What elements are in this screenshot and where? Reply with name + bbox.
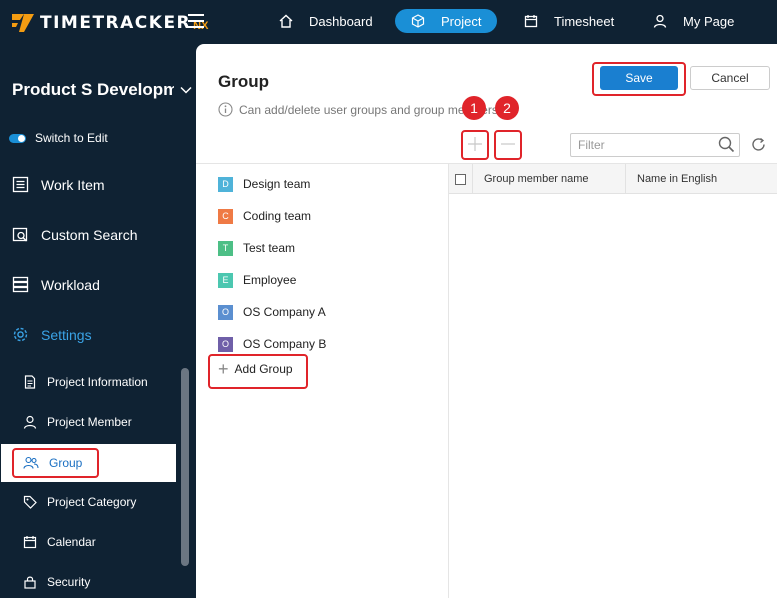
project-name: Product S Developm bbox=[12, 80, 174, 99]
edit-toggle[interactable] bbox=[9, 133, 26, 143]
filter-input[interactable] bbox=[570, 133, 740, 157]
select-all-checkbox[interactable] bbox=[449, 164, 473, 194]
sidebar-item-label: Workload bbox=[41, 276, 100, 293]
sidebar-item-project-member[interactable]: Project Member bbox=[23, 415, 132, 429]
home-icon bbox=[279, 14, 293, 28]
nav-project-label: Project bbox=[441, 13, 482, 29]
step-1-badge: 1 bbox=[462, 96, 486, 120]
group-name: OS Company A bbox=[243, 305, 326, 319]
info-icon bbox=[218, 102, 233, 117]
sidebar-item-label: Project Member bbox=[47, 415, 132, 429]
group-highlight bbox=[12, 448, 99, 478]
group-item-design-team[interactable]: D Design team bbox=[218, 168, 326, 200]
sidebar-item-workload[interactable]: Workload bbox=[12, 276, 100, 293]
calendar-icon bbox=[524, 15, 538, 28]
sidebar-item-settings[interactable]: Settings bbox=[12, 326, 92, 343]
gear-icon bbox=[13, 327, 28, 342]
cancel-button[interactable]: Cancel bbox=[690, 66, 770, 90]
hamburger-menu-icon[interactable] bbox=[188, 14, 204, 28]
user-icon bbox=[23, 415, 37, 429]
nav-timesheet[interactable]: Timesheet bbox=[524, 9, 614, 33]
add-group-highlight bbox=[208, 354, 308, 389]
search-list-icon bbox=[12, 227, 28, 242]
switch-to-edit[interactable]: Switch to Edit bbox=[9, 131, 108, 145]
nav-dashboard[interactable]: Dashboard bbox=[279, 9, 373, 33]
group-item-employee[interactable]: E Employee bbox=[218, 264, 326, 296]
sidebar: Product S Developm Switch to Edit Work I… bbox=[0, 44, 196, 598]
lock-icon bbox=[24, 576, 36, 589]
group-badge: E bbox=[218, 272, 233, 288]
sidebar-item-project-category[interactable]: Project Category bbox=[23, 495, 136, 509]
page-subtitle: Can add/delete user groups and group mem… bbox=[218, 102, 501, 117]
group-badge: O bbox=[218, 336, 233, 352]
sidebar-item-project-information[interactable]: Project Information bbox=[23, 375, 148, 389]
sidebar-item-calendar[interactable]: Calendar bbox=[23, 535, 96, 549]
group-badge: O bbox=[218, 304, 233, 320]
user-icon bbox=[653, 14, 667, 28]
top-bar: TIMETRACKER NX Dashboard Project Timeshe… bbox=[0, 0, 777, 44]
cube-icon bbox=[411, 14, 425, 28]
sidebar-item-work-item[interactable]: Work Item bbox=[12, 176, 105, 193]
group-name: Test team bbox=[243, 241, 296, 255]
group-item-test-team[interactable]: T Test team bbox=[218, 232, 326, 264]
group-name: OS Company B bbox=[243, 337, 327, 351]
nav-timesheet-label: Timesheet bbox=[554, 13, 615, 29]
main-panel: Group Can add/delete user groups and gro… bbox=[196, 44, 777, 598]
nav-dashboard-label: Dashboard bbox=[309, 13, 373, 29]
sidebar-item-security[interactable]: Security bbox=[23, 575, 90, 589]
group-name: Design team bbox=[243, 177, 311, 191]
tag-icon bbox=[23, 495, 37, 509]
sidebar-item-label: Security bbox=[47, 575, 91, 589]
group-name: Coding team bbox=[243, 209, 312, 223]
document-icon bbox=[24, 375, 36, 389]
save-highlight bbox=[592, 62, 686, 96]
add-member-highlight bbox=[461, 130, 489, 160]
page-title: Group bbox=[218, 72, 269, 91]
group-list: D Design team C Coding team T Test team … bbox=[218, 168, 326, 360]
sidebar-item-custom-search[interactable]: Custom Search bbox=[12, 226, 137, 243]
group-item-os-company-a[interactable]: O OS Company A bbox=[218, 296, 326, 328]
sidebar-item-label: Work Item bbox=[41, 176, 105, 193]
member-table-header: Group member name Name in English bbox=[449, 164, 777, 194]
logo-text: TIMETRACKER bbox=[40, 13, 192, 33]
switch-label: Switch to Edit bbox=[35, 131, 108, 145]
list-icon bbox=[12, 176, 29, 193]
sidebar-scrollbar[interactable] bbox=[181, 368, 189, 566]
column-separator bbox=[625, 164, 626, 194]
group-badge: C bbox=[218, 208, 233, 224]
sidebar-item-label: Settings bbox=[41, 326, 92, 343]
column-header-member-name[interactable]: Group member name bbox=[484, 173, 589, 185]
sidebar-item-label: Custom Search bbox=[41, 226, 138, 243]
project-selector[interactable]: Product S Developm bbox=[12, 80, 192, 100]
column-header-name-english[interactable]: Name in English bbox=[637, 173, 717, 185]
chevron-down-icon bbox=[180, 86, 192, 94]
group-badge: D bbox=[218, 176, 233, 192]
sidebar-item-label: Project Category bbox=[47, 495, 137, 509]
nav-my-page-label: My Page bbox=[683, 13, 735, 29]
nav-my-page[interactable]: My Page bbox=[653, 9, 734, 33]
nav-project[interactable]: Project bbox=[395, 9, 498, 33]
logo-mark-icon bbox=[12, 14, 34, 32]
search-icon[interactable] bbox=[718, 136, 735, 153]
app-logo[interactable]: TIMETRACKER NX bbox=[10, 10, 208, 36]
workload-icon bbox=[12, 276, 29, 293]
sidebar-item-label: Calendar bbox=[47, 535, 96, 549]
group-item-coding-team[interactable]: C Coding team bbox=[218, 200, 326, 232]
group-badge: T bbox=[218, 240, 233, 256]
calendar-icon bbox=[23, 536, 37, 549]
refresh-icon[interactable] bbox=[751, 137, 766, 152]
step-2-badge: 2 bbox=[495, 96, 519, 120]
panel-divider bbox=[448, 164, 449, 598]
remove-member-highlight bbox=[494, 130, 522, 160]
group-name: Employee bbox=[243, 273, 297, 287]
sidebar-item-label: Project Information bbox=[47, 375, 148, 389]
